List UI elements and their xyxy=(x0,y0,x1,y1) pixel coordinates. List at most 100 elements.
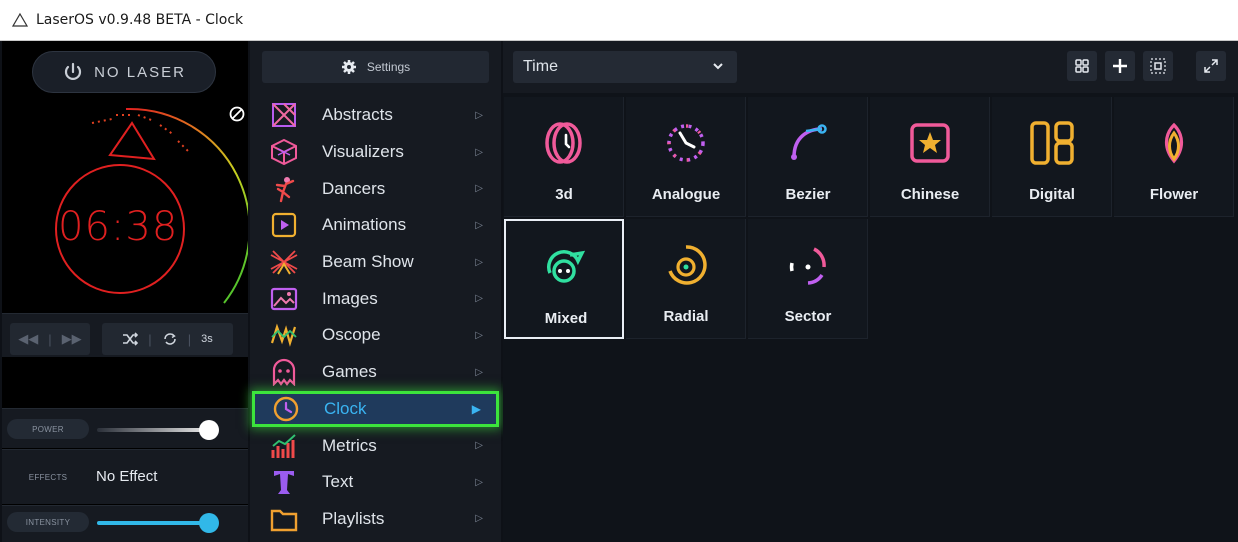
clock-icon xyxy=(270,394,302,424)
oscope-icon xyxy=(268,320,300,350)
select-frame-icon xyxy=(1150,58,1166,74)
power-slider-track[interactable] xyxy=(97,428,207,432)
chevron-right-icon: ▷ xyxy=(475,183,483,195)
category-visualizers[interactable]: Visualizers ▷ xyxy=(250,134,501,171)
category-label: Clock xyxy=(324,398,367,418)
category-dancers[interactable]: Dancers ▷ xyxy=(250,170,501,207)
separator: | xyxy=(148,331,152,347)
fast-forward-icon[interactable]: ▶▶ xyxy=(62,331,82,347)
chevron-right-icon: ▷ xyxy=(475,256,483,268)
shuffle-icon[interactable] xyxy=(122,332,139,346)
category-label: Metrics xyxy=(322,435,377,455)
settings-button[interactable]: Settings xyxy=(262,51,489,83)
tile-label: Chinese xyxy=(900,186,960,203)
category-label: Oscope xyxy=(322,325,381,345)
transport-bar: ◀◀ | ▶▶ | | 3s xyxy=(2,313,248,357)
radial-icon xyxy=(668,245,707,285)
category-metrics[interactable]: Metrics ▷ xyxy=(250,427,501,464)
separator: | xyxy=(48,331,52,347)
power-label: POWER xyxy=(7,419,89,439)
play-square-icon xyxy=(268,210,300,240)
window-titlebar: LaserOS v0.9.48 BETA - Clock xyxy=(0,0,1238,41)
category-label: Dancers xyxy=(322,178,386,198)
no-laser-button[interactable]: NO LASER xyxy=(32,51,216,93)
category-label: Games xyxy=(322,362,377,382)
intensity-slider-track[interactable] xyxy=(97,521,207,525)
effects-label: EFFECTS xyxy=(28,472,68,482)
category-label: Images xyxy=(322,288,378,308)
window-title: LaserOS v0.9.48 BETA - Clock xyxy=(36,12,244,28)
tile-label: Mixed xyxy=(544,310,588,327)
chevron-right-icon: ▷ xyxy=(475,366,483,378)
chevron-right-icon: ▷ xyxy=(475,293,483,305)
expand-icon xyxy=(1204,59,1218,73)
filter-dropdown[interactable]: Time xyxy=(513,51,737,83)
chevron-right-icon: ▷ xyxy=(475,219,483,231)
cube-icon xyxy=(268,137,300,167)
intensity-slider-knob[interactable] xyxy=(199,513,219,533)
3d-clock-icon xyxy=(545,122,582,164)
select-frame-button[interactable] xyxy=(1143,51,1173,81)
chinese-star-icon xyxy=(910,123,950,163)
grid-view-button[interactable] xyxy=(1067,51,1097,81)
sector-icon xyxy=(789,247,826,285)
effects-value[interactable]: No Effect xyxy=(96,468,157,485)
tile-flower[interactable]: Flower xyxy=(1114,97,1234,217)
tile-chinese[interactable]: Chinese xyxy=(870,97,990,217)
image-icon xyxy=(268,284,300,314)
effects-control: EFFECTS No Effect xyxy=(2,449,248,504)
ghost-icon xyxy=(268,357,300,387)
power-slider-knob[interactable] xyxy=(199,420,219,440)
chevron-right-icon: ▶ xyxy=(471,401,481,416)
category-animations[interactable]: Animations ▷ xyxy=(250,207,501,244)
analogue-clock-icon xyxy=(667,124,705,162)
chevron-right-icon: ▷ xyxy=(475,513,483,525)
category-playlists[interactable]: Playlists ▷ xyxy=(250,501,501,538)
gear-icon xyxy=(341,60,356,74)
tile-analogue[interactable]: Analogue xyxy=(626,97,746,217)
chevron-down-icon xyxy=(713,63,723,70)
warning-triangle-icon xyxy=(12,12,28,27)
tile-bezier[interactable]: Bezier xyxy=(748,97,868,217)
settings-label: Settings xyxy=(366,60,411,74)
content-panel: Time 3d Analogue Bezier Chinese Digital … xyxy=(503,41,1238,542)
expand-button[interactable] xyxy=(1196,51,1226,81)
chevron-right-icon: ▷ xyxy=(475,329,483,341)
category-oscope[interactable]: Oscope ▷ xyxy=(250,317,501,354)
tile-label: Sector xyxy=(784,308,832,325)
metrics-icon xyxy=(268,431,300,461)
tile-digital[interactable]: Digital xyxy=(992,97,1112,217)
mixed-icon xyxy=(547,250,586,283)
category-label: Text xyxy=(322,472,354,492)
tile-label: 3d xyxy=(555,186,573,203)
tile-label: Bezier xyxy=(785,186,831,203)
category-beam-show[interactable]: Beam Show ▷ xyxy=(250,244,501,281)
tile-mixed[interactable]: Mixed xyxy=(504,219,624,339)
category-clock[interactable]: Clock ▶ xyxy=(252,390,499,428)
add-button[interactable] xyxy=(1105,51,1135,81)
folder-icon xyxy=(268,504,300,534)
category-label: Beam Show xyxy=(322,252,414,272)
category-label: Visualizers xyxy=(322,142,404,162)
chevron-right-icon: ▷ xyxy=(475,440,483,452)
rewind-icon[interactable]: ◀◀ xyxy=(18,331,38,347)
duration-label[interactable]: 3s xyxy=(201,333,213,345)
category-images[interactable]: Images ▷ xyxy=(250,280,501,317)
tile-radial[interactable]: Radial xyxy=(626,219,746,339)
repeat-icon[interactable] xyxy=(162,331,178,347)
digital-08-icon xyxy=(1030,121,1074,165)
filter-dropdown-value: Time xyxy=(523,58,558,75)
tile-label: Analogue xyxy=(651,186,721,203)
tile-label: Radial xyxy=(663,308,709,325)
category-label: Animations xyxy=(322,215,407,235)
category-text[interactable]: Text ▷ xyxy=(250,464,501,501)
clock-display: 06:38 xyxy=(58,204,179,250)
laser-button-label: NO LASER xyxy=(94,63,186,81)
category-abstracts[interactable]: Abstracts ▷ xyxy=(250,97,501,134)
tile-3d[interactable]: 3d xyxy=(504,97,624,217)
tile-sector[interactable]: Sector xyxy=(748,219,868,339)
chevron-right-icon: ▷ xyxy=(475,476,483,488)
category-games[interactable]: Games ▷ xyxy=(250,354,501,391)
category-label: Abstracts xyxy=(322,105,393,125)
category-list: Abstracts ▷ Visualizers ▷ Dancers ▷ Anim… xyxy=(250,97,501,537)
